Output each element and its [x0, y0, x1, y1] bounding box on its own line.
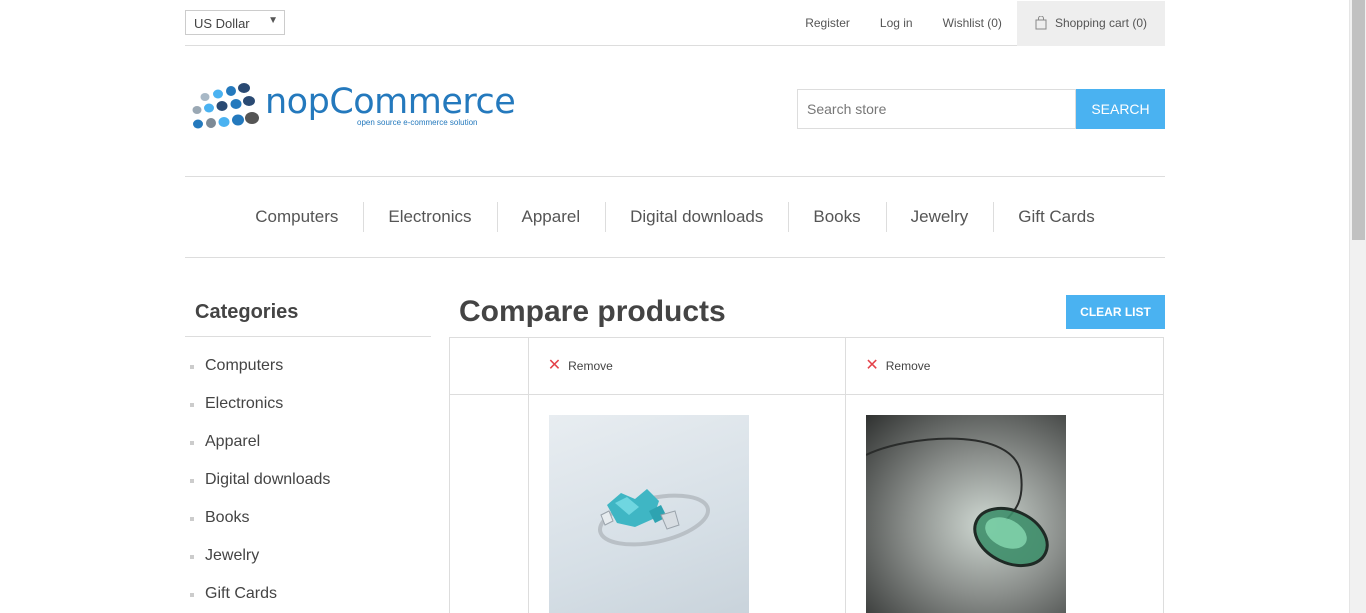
category-item-apparel[interactable]: Apparel	[185, 423, 431, 461]
product-cell	[845, 394, 1164, 613]
product-image-ring[interactable]	[548, 415, 749, 613]
product-image-pendant[interactable]	[866, 415, 1067, 613]
categories-list: Computers Electronics Apparel Digital do…	[185, 337, 431, 613]
product-cell	[527, 394, 847, 613]
close-icon: ✕	[865, 357, 879, 374]
top-menu: Computers Electronics Apparel Digital do…	[185, 176, 1165, 258]
remove-button[interactable]: ✕ Remove	[529, 338, 846, 374]
login-link[interactable]: Log in	[865, 16, 928, 30]
compare-table: ✕ Remove ✕ Remove	[449, 337, 1164, 613]
dropdown-arrow-icon: ▼	[268, 15, 278, 26]
category-item-jewelry[interactable]: Jewelry	[185, 537, 431, 575]
top-menu-digital-downloads[interactable]: Digital downloads	[605, 202, 788, 232]
product-cell: ✕ Remove	[845, 337, 1164, 395]
top-menu-apparel[interactable]: Apparel	[496, 202, 606, 232]
wishlist-link[interactable]: Wishlist (0)	[928, 16, 1017, 30]
page-scrollbar[interactable]	[1349, 0, 1366, 613]
pendant-illustration	[866, 437, 1049, 568]
currency-selector[interactable]: US Dollar ▼	[185, 10, 285, 35]
logo-wordmark: nopCommerce	[265, 82, 516, 122]
shopping-cart-label: Shopping cart (0)	[1054, 16, 1147, 30]
categories-title: Categories	[185, 295, 431, 337]
header-lower: nopCommerce open source e-commerce solut…	[185, 46, 1165, 176]
picture-row	[449, 394, 1164, 613]
shopping-bag-icon	[1035, 16, 1047, 30]
product-cell: ✕ Remove	[527, 337, 847, 395]
category-item-books[interactable]: Books	[185, 499, 431, 537]
currency-selected-value: US Dollar	[194, 16, 250, 31]
logo-dots-icon	[192, 83, 259, 129]
scrollbar-thumb[interactable]	[1352, 0, 1365, 240]
category-item-electronics[interactable]: Electronics	[185, 385, 431, 423]
remove-label: Remove	[568, 359, 613, 373]
logo-tagline: open source e-commerce solution	[357, 118, 478, 127]
top-menu-gift-cards[interactable]: Gift Cards	[993, 202, 1120, 232]
register-link[interactable]: Register	[790, 16, 865, 30]
shopping-cart-link[interactable]: Shopping cart (0)	[1016, 0, 1165, 46]
label-cell	[449, 337, 529, 395]
search-box: SEARCH	[797, 89, 1165, 129]
label-cell	[449, 394, 529, 613]
clear-list-button[interactable]: CLEAR LIST	[1066, 295, 1165, 329]
search-button[interactable]: SEARCH	[1076, 89, 1165, 129]
search-input[interactable]	[797, 89, 1076, 129]
page-container: US Dollar ▼ Register Log in Wishlist (0)…	[185, 0, 1165, 613]
store-logo[interactable]: nopCommerce open source e-commerce solut…	[189, 82, 516, 134]
category-item-computers[interactable]: Computers	[185, 347, 431, 385]
page-title: Compare products	[459, 295, 726, 328]
top-menu-jewelry[interactable]: Jewelry	[885, 202, 994, 232]
remove-row: ✕ Remove ✕ Remove	[449, 337, 1164, 395]
ring-illustration	[597, 489, 710, 547]
category-item-gift-cards[interactable]: Gift Cards	[185, 575, 431, 613]
close-icon: ✕	[547, 357, 562, 374]
header-links: Register Log in Wishlist (0) Shopping ca…	[790, 0, 1165, 46]
top-menu-books[interactable]: Books	[788, 202, 885, 232]
header-upper: US Dollar ▼ Register Log in Wishlist (0)…	[185, 0, 1165, 46]
remove-button[interactable]: ✕ Remove	[846, 338, 1163, 374]
category-item-digital-downloads[interactable]: Digital downloads	[185, 461, 431, 499]
top-menu-electronics[interactable]: Electronics	[363, 202, 496, 232]
remove-label: Remove	[885, 359, 931, 373]
top-menu-computers[interactable]: Computers	[230, 207, 363, 227]
categories-block: Categories Computers Electronics Apparel…	[185, 295, 431, 613]
